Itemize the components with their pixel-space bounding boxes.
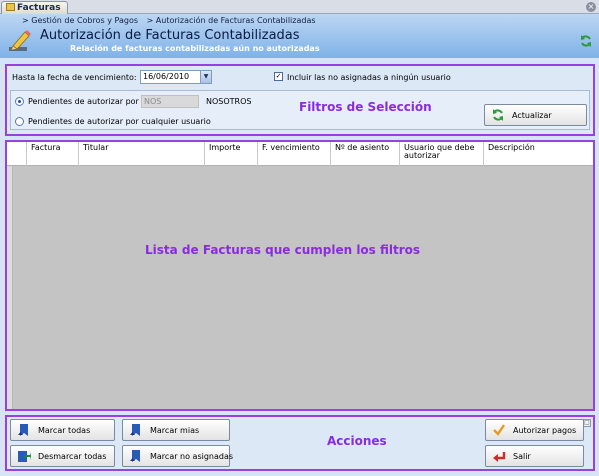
column-header-descripcion[interactable]: Descripción [484, 142, 593, 166]
column-header-titular[interactable]: Titular [79, 142, 205, 166]
invoice-list[interactable]: Factura Titular Importe F. vencimiento N… [5, 140, 595, 411]
folder-icon [6, 3, 15, 11]
filters-annotation: Filtros de Selección [299, 100, 432, 114]
user-code-field[interactable]: NOS [141, 95, 199, 108]
maximize-icon[interactable]: □ [583, 419, 591, 427]
close-icon[interactable]: × [586, 2, 596, 12]
authorize-payments-button[interactable]: Autorizar pagos [485, 419, 584, 441]
mark-all-label: Marcar todas [38, 426, 91, 435]
breadcrumb-item-autorizacion[interactable]: > Autorización de Facturas Contabilizada… [147, 16, 316, 25]
refresh-icon [493, 109, 503, 121]
due-date-label: Hasta la fecha de vencimiento: [12, 73, 137, 82]
exit-button[interactable]: Salir [485, 445, 584, 467]
breadcrumb-item-cobros-pagos[interactable]: > Gestión de Cobros y Pagos [22, 16, 138, 25]
mark-mine-button[interactable]: Marcar mias [122, 419, 230, 441]
pending-any-user-label: Pendientes de autorizar por cualquier us… [28, 117, 211, 126]
include-unassigned-label: Incluir las no asignadas a ningún usuari… [287, 73, 451, 82]
column-header-vencimiento[interactable]: F. vencimiento [258, 142, 331, 166]
pencil-icon [9, 30, 31, 51]
refresh-icon[interactable] [579, 34, 593, 48]
row-selector-column [7, 166, 13, 409]
mark-mine-label: Marcar mias [150, 426, 200, 435]
column-header-factura[interactable]: Factura [27, 142, 79, 166]
tab-label: Facturas [17, 3, 61, 13]
mark-all-button[interactable]: Marcar todas [10, 419, 115, 441]
bookmark-icon [18, 424, 28, 436]
pending-by-user-radio[interactable] [15, 97, 24, 106]
include-unassigned-checkbox[interactable]: ✓ [274, 72, 283, 81]
unmark-all-label: Desmarcar todas [38, 452, 107, 461]
mark-unassigned-label: Marcar no asignadas [150, 452, 234, 461]
column-header-asiento[interactable]: Nº de asiento [331, 142, 400, 166]
table-header: Factura Titular Importe F. vencimiento N… [7, 142, 593, 166]
column-header-usuario[interactable]: Usuario que debe autorizar [400, 142, 484, 166]
actions-annotation: Acciones [327, 434, 387, 448]
user-filter-group: Pendientes de autorizar por NOS NOSOTROS… [10, 90, 590, 130]
column-header-importe[interactable]: Importe [205, 142, 258, 166]
breadcrumb: > Gestión de Cobros y Pagos > Autorizaci… [22, 16, 322, 25]
bookmark-icon [130, 424, 140, 436]
unmark-icon [18, 451, 31, 462]
exit-label: Salir [513, 452, 531, 461]
list-annotation: Lista de Facturas que cumplen los filtro… [145, 243, 421, 257]
refresh-button-label: Actualizar [512, 111, 552, 120]
mark-unassigned-button[interactable]: Marcar no asignadas [122, 445, 234, 467]
authorize-payments-label: Autorizar pagos [513, 426, 577, 435]
due-date-field[interactable]: 16/06/2010 ▼ [140, 70, 212, 84]
bookmark-icon [130, 450, 140, 462]
window-titlebar: Facturas × [0, 0, 599, 14]
checkmark-icon [493, 424, 505, 436]
user-name-text: NOSOTROS [206, 97, 252, 106]
column-header-selector [7, 142, 27, 166]
pending-any-user-radio[interactable] [15, 117, 24, 126]
tab-facturas[interactable]: Facturas [1, 1, 68, 14]
exit-arrow-icon [493, 452, 506, 462]
unmark-all-button[interactable]: Desmarcar todas [10, 445, 115, 467]
actions-panel: □ Marcar todas Marcar mias Desmarcar tod… [5, 415, 595, 471]
refresh-button[interactable]: Actualizar [484, 104, 587, 126]
page-subtitle: Relación de facturas contabilizadas aún … [70, 44, 320, 53]
pending-by-user-label: Pendientes de autorizar por [28, 97, 139, 106]
page-title: Autorización de Facturas Contabilizadas [40, 28, 300, 43]
filters-panel: Hasta la fecha de vencimiento: 16/06/201… [5, 64, 595, 136]
due-date-value: 16/06/2010 [143, 72, 190, 81]
chevron-down-icon[interactable]: ▼ [200, 71, 211, 83]
page-header: > Gestión de Cobros y Pagos > Autorizaci… [0, 14, 599, 58]
